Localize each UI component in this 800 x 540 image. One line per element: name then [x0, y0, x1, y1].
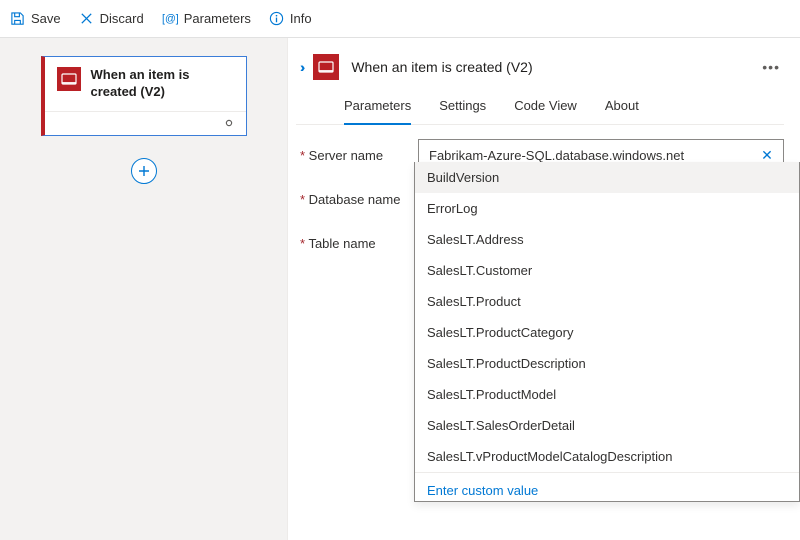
more-menu-icon[interactable]: •••	[762, 59, 784, 75]
designer-canvas: When an item is created (V2)	[0, 38, 288, 540]
table-option[interactable]: SalesLT.SalesOrderDetail	[415, 410, 799, 441]
trigger-card[interactable]: When an item is created (V2)	[41, 56, 247, 136]
svg-text:[@]: [@]	[162, 13, 178, 25]
table-option[interactable]: SalesLT.vProductModelCatalogDescription	[415, 441, 799, 472]
table-option[interactable]: BuildVersion	[415, 162, 799, 193]
label-server-name: Server name	[296, 148, 418, 163]
detail-panel: ›› When an item is created (V2) ••• Para…	[288, 38, 800, 540]
main-split: When an item is created (V2) ›› When an …	[0, 38, 800, 540]
info-button[interactable]: Info	[269, 11, 312, 26]
table-option[interactable]: SalesLT.ProductCategory	[415, 317, 799, 348]
collapse-icon[interactable]: ››	[300, 59, 301, 75]
tab-about[interactable]: About	[605, 92, 639, 124]
discard-button[interactable]: Discard	[79, 11, 144, 26]
detail-tabs: Parameters Settings Code View About	[296, 92, 784, 125]
parameters-label: Parameters	[184, 11, 251, 26]
tab-codeview[interactable]: Code View	[514, 92, 577, 124]
trigger-card-header: When an item is created (V2)	[45, 57, 246, 111]
tab-settings[interactable]: Settings	[439, 92, 486, 124]
discard-icon	[79, 11, 94, 26]
table-option[interactable]: ErrorLog	[415, 193, 799, 224]
table-option[interactable]: SalesLT.ProductDescription	[415, 348, 799, 379]
table-option[interactable]: SalesLT.Address	[415, 224, 799, 255]
table-dropdown: BuildVersion ErrorLog SalesLT.Address Sa…	[414, 162, 800, 502]
label-database-name: Database name	[296, 192, 418, 207]
enter-custom-value[interactable]: Enter custom value	[415, 472, 799, 502]
table-option[interactable]: SalesLT.Product	[415, 286, 799, 317]
save-icon	[10, 11, 25, 26]
connection-icon[interactable]	[222, 118, 236, 128]
detail-header: ›› When an item is created (V2) •••	[296, 50, 784, 92]
clear-icon: ✕	[761, 147, 773, 164]
discard-label: Discard	[100, 11, 144, 26]
tab-parameters[interactable]: Parameters	[344, 92, 411, 125]
save-label: Save	[31, 11, 61, 26]
table-option[interactable]: SalesLT.ProductModel	[415, 379, 799, 410]
sql-trigger-icon	[57, 67, 81, 91]
trigger-card-title: When an item is created (V2)	[91, 67, 234, 101]
parameters-form: Server name ✕ Database name ✕ Table name…	[296, 125, 784, 259]
info-label: Info	[290, 11, 312, 26]
parameters-button[interactable]: [@] Parameters	[162, 11, 251, 26]
save-button[interactable]: Save	[10, 11, 61, 26]
detail-title: When an item is created (V2)	[351, 59, 750, 75]
label-table-name: Table name	[296, 236, 418, 251]
toolbar: Save Discard [@] Parameters Info	[0, 0, 800, 38]
sql-detail-icon	[313, 54, 339, 80]
table-option[interactable]: SalesLT.Customer	[415, 255, 799, 286]
trigger-card-footer	[45, 111, 246, 135]
add-step-button[interactable]	[131, 158, 157, 184]
parameters-icon: [@]	[162, 11, 178, 26]
info-icon	[269, 11, 284, 26]
